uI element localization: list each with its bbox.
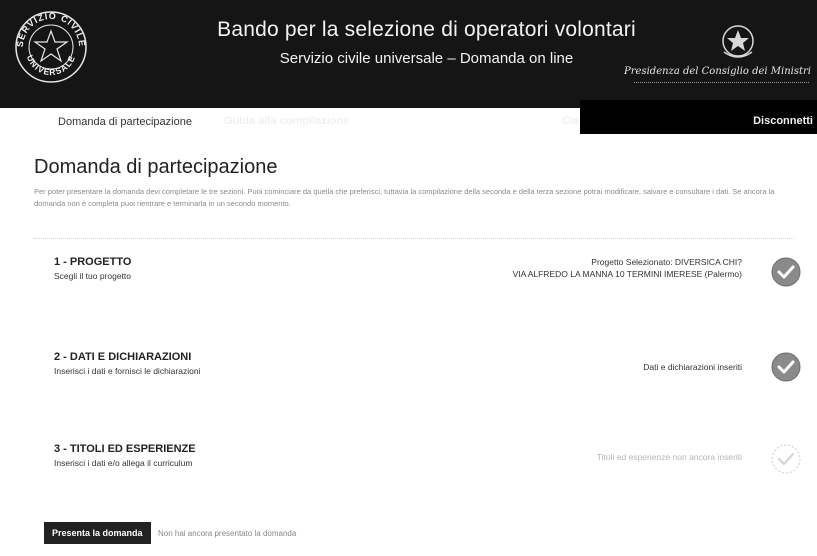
section-project[interactable]: 1 - PROGETTO Scegli il tuo progetto Prog…	[34, 256, 802, 302]
check-circle-icon[interactable]	[770, 351, 802, 383]
page-title: Domanda di partecipazione	[34, 156, 278, 178]
submit-note: Non hai ancora presentato la domanda	[158, 529, 297, 538]
section-data[interactable]: 2 - DATI E DICHIARAZIONI Inserisci i dat…	[34, 351, 802, 397]
check-circle-icon[interactable]	[770, 443, 802, 475]
status-line: Dati e dichiarazioni inseriti	[643, 362, 742, 372]
page-intro: Per poter presentare la domanda devi com…	[34, 187, 775, 208]
section-status: Progetto Selezionato: DIVERSICA CHI? VIA…	[513, 256, 742, 280]
presidency-logo-text: Presidenza del Consiglio dei Ministri	[624, 66, 811, 77]
header-title: Bando per la selezione di operatori volo…	[217, 18, 636, 41]
section-subtitle: Scegli il tuo progetto	[54, 271, 132, 281]
status-line: Titoli ed esperienze non ancora inseriti	[596, 452, 742, 462]
section-status: Titoli ed esperienze non ancora inseriti	[597, 451, 742, 463]
section-titles-experience[interactable]: 3 - TITOLI ED ESPERIENZE Inserisci i dat…	[34, 443, 802, 489]
section-subtitle: Inserisci i dati e/o allega il curriculu…	[54, 458, 193, 468]
check-circle-icon[interactable]	[770, 256, 802, 288]
page-header: SERVIZIO CIVILE UNIVERSALE Bando per la …	[0, 0, 817, 108]
status-line: VIA ALFREDO LA MANNA 10 TERMINI IMERESE …	[512, 269, 742, 279]
tab-application[interactable]: Domanda di partecipazione	[42, 110, 208, 134]
divider	[34, 238, 794, 239]
header-subtitle: Servizio civile universale – Domanda on …	[279, 50, 574, 67]
section-title: 2 - DATI E DICHIARAZIONI	[54, 351, 192, 363]
user-greeting: Cia	[562, 115, 580, 127]
section-title: 1 - PROGETTO	[54, 256, 132, 268]
status-line: Progetto Selezionato: DIVERSICA CHI?	[591, 257, 742, 267]
presidency-tagline	[634, 82, 809, 84]
logout-link[interactable]: Disconnetti	[753, 108, 813, 134]
tab-guide[interactable]: Guida alla compilazione	[224, 108, 349, 134]
submit-application-button[interactable]: Presenta la domanda	[44, 522, 151, 544]
section-subtitle: Inserisci i dati e fornisci le dichiaraz…	[54, 366, 201, 376]
section-title: 3 - TITOLI ED ESPERIENZE	[54, 443, 196, 455]
italian-republic-emblem-icon	[722, 25, 754, 58]
section-status: Dati e dichiarazioni inseriti	[643, 361, 742, 373]
